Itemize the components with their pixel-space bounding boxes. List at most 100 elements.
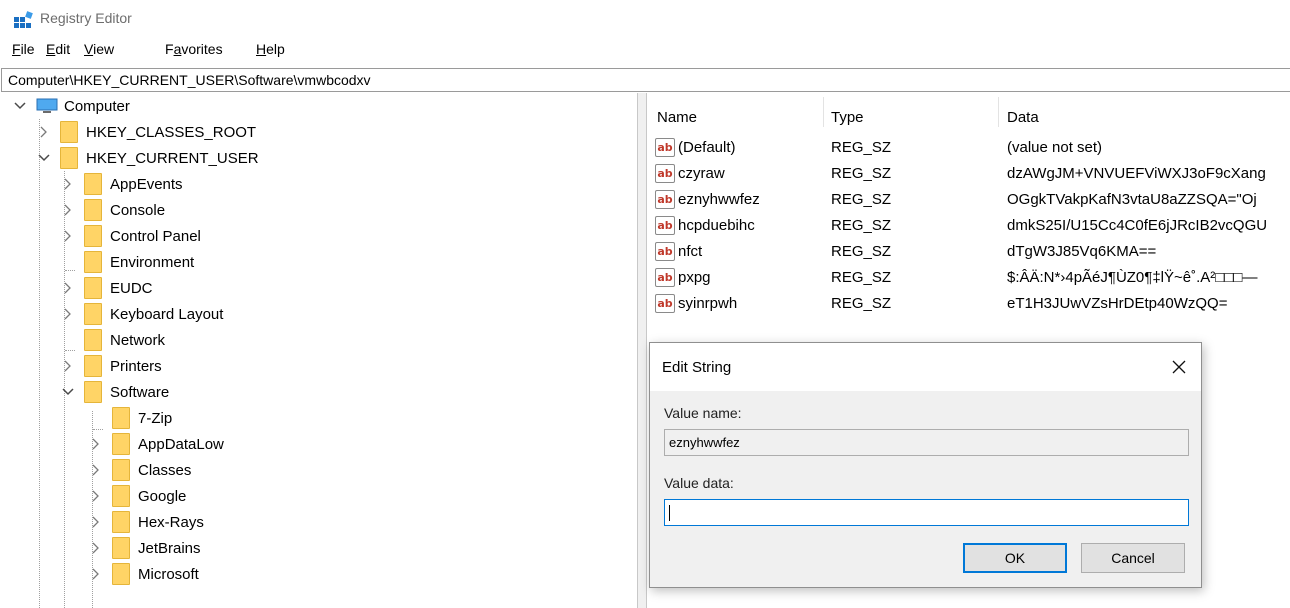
tree-node[interactable]: AppDataLow [88, 431, 224, 457]
column-separator[interactable] [998, 97, 999, 127]
value-data: eT1H3JUwVZsHrDEtp40WzQQ= [1007, 295, 1228, 312]
value-row[interactable]: ab pxpg REG_SZ $:ÂÄ:N*›4pÃéJ¶ÙZ0¶‡lŸ~ê˚.A²□… [648, 265, 1290, 291]
tree-pane[interactable]: Computer HKEY_CLASSES_ROOT HKEY_CURRENT_U… [0, 93, 637, 608]
menu-file-mnemonic: F [12, 41, 21, 57]
tree-node-label: Microsoft [138, 565, 199, 583]
value-name: pxpg [678, 269, 711, 286]
chevron-right-icon[interactable] [60, 358, 76, 374]
value-row[interactable]: ab eznyhwwfez REG_SZ OGgkTVakpKafN3vtaU8aZZ… [648, 187, 1290, 213]
tree-node[interactable]: Keyboard Layout [60, 301, 223, 327]
folder-icon [84, 355, 102, 377]
menu-help[interactable]: Help [256, 41, 285, 57]
string-value-icon: ab [655, 268, 675, 287]
computer-icon [36, 98, 58, 113]
string-value-icon: ab [655, 294, 675, 313]
value-row[interactable]: ab hcpduebihc REG_SZ dmkS25I/U15Cc4C0fE6jJR… [648, 213, 1290, 239]
tree-node[interactable]: JetBrains [88, 535, 201, 561]
tree-node[interactable]: Software [60, 379, 169, 405]
tree-node[interactable]: Google [88, 483, 186, 509]
tree-node-computer[interactable]: Computer [12, 93, 130, 119]
menu-help-mnemonic: H [256, 41, 267, 57]
text-caret [669, 504, 670, 521]
value-name: (Default) [678, 139, 736, 156]
value-name: czyraw [678, 165, 725, 182]
value-type: REG_SZ [831, 295, 892, 312]
menu-bar: File Edit View Favorites Help [0, 40, 1290, 62]
folder-icon [84, 251, 102, 273]
ok-button[interactable]: OK [963, 543, 1067, 573]
menu-view-mnemonic: V [84, 41, 94, 57]
chevron-right-icon[interactable] [88, 436, 104, 452]
value-data: OGgkTVakpKafN3vtaU8aZZSQA="Oj [1007, 191, 1257, 208]
tree-node-label: 7-Zip [138, 409, 173, 427]
chevron-right-icon[interactable] [60, 202, 76, 218]
chevron-down-icon[interactable] [36, 150, 52, 166]
string-value-icon: ab [655, 164, 675, 183]
value-name-label: Value name: [664, 405, 742, 421]
registry-editor-icon [14, 11, 33, 28]
tree-node-label: AppDataLow [138, 435, 224, 453]
column-header-name[interactable]: Name [657, 109, 697, 126]
folder-icon [84, 277, 102, 299]
tree-node-label: Google [138, 487, 187, 505]
tree-node-label: Keyboard Layout [110, 305, 224, 323]
folder-icon [84, 303, 102, 325]
string-value-icon: ab [655, 138, 675, 157]
column-separator[interactable] [823, 97, 824, 127]
chevron-down-icon[interactable] [12, 98, 28, 114]
chevron-right-icon[interactable] [60, 176, 76, 192]
folder-icon [112, 537, 130, 559]
value-type: REG_SZ [831, 243, 892, 260]
menu-help-rest: elp [266, 41, 285, 57]
chevron-right-icon[interactable] [60, 228, 76, 244]
value-row[interactable]: ab syinrpwh REG_SZ eT1H3JUwVZsHrDEtp40WzQQ= [648, 291, 1290, 317]
menu-view[interactable]: View [84, 41, 114, 57]
string-value-icon: ab [655, 216, 675, 235]
chevron-right-icon[interactable] [88, 514, 104, 530]
tree-node[interactable]: EUDC [60, 275, 153, 301]
pane-splitter[interactable] [637, 93, 647, 608]
menu-edit[interactable]: Edit [46, 41, 70, 57]
tree-node[interactable]: Network [60, 327, 165, 353]
column-header-type[interactable]: Type [831, 109, 864, 126]
chevron-right-icon[interactable] [36, 124, 52, 140]
menu-file[interactable]: File [12, 41, 35, 57]
tree-node[interactable]: Environment [60, 249, 194, 275]
value-data-label: Value data: [664, 475, 734, 491]
folder-icon [60, 147, 78, 169]
cancel-button[interactable]: Cancel [1081, 543, 1185, 573]
chevron-right-icon[interactable] [88, 488, 104, 504]
tree-node[interactable]: HKEY_CLASSES_ROOT [36, 119, 256, 145]
menu-favorites-pre: F [165, 41, 174, 57]
value-row[interactable]: ab (Default) REG_SZ (value not set) [648, 135, 1290, 161]
menu-favorites[interactable]: Favorites [165, 41, 223, 57]
chevron-right-icon[interactable] [60, 306, 76, 322]
tree-node[interactable]: Classes [88, 457, 191, 483]
value-row[interactable]: ab nfct REG_SZ dTgW3J85Vq6KMA== [648, 239, 1290, 265]
tree-node-label: EUDC [110, 279, 153, 297]
chevron-right-icon[interactable] [88, 462, 104, 478]
value-row[interactable]: ab czyraw REG_SZ dzAWgJM+VNVUEFViWXJ3oF9cXa… [648, 161, 1290, 187]
value-data: (value not set) [1007, 139, 1103, 156]
address-bar[interactable]: Computer\HKEY_CURRENT_USER\Software\vmwb… [1, 68, 1290, 92]
tree-node[interactable]: Control Panel [60, 223, 201, 249]
tree-node[interactable]: 7-Zip [88, 405, 172, 431]
chevron-right-icon[interactable] [60, 280, 76, 296]
tree-node[interactable]: Printers [60, 353, 162, 379]
column-header-data[interactable]: Data [1007, 109, 1039, 126]
value-data: dmkS25I/U15Cc4C0fE6jJRcIB2vcQGU [1007, 217, 1268, 234]
chevron-right-icon[interactable] [88, 540, 104, 556]
value-name: syinrpwh [678, 295, 738, 312]
tree-node[interactable]: Hex-Rays [88, 509, 204, 535]
tree-node[interactable]: Microsoft [88, 561, 199, 587]
value-data-input[interactable] [664, 499, 1189, 526]
folder-icon [84, 199, 102, 221]
tree-node[interactable]: AppEvents [60, 171, 183, 197]
value-type: REG_SZ [831, 217, 892, 234]
tree-node[interactable]: Console [60, 197, 165, 223]
close-button[interactable] [1165, 353, 1193, 381]
tree-node[interactable]: HKEY_CURRENT_USER [36, 145, 259, 171]
chevron-right-icon[interactable] [88, 566, 104, 582]
chevron-down-icon[interactable] [60, 384, 76, 400]
value-type: REG_SZ [831, 139, 892, 156]
